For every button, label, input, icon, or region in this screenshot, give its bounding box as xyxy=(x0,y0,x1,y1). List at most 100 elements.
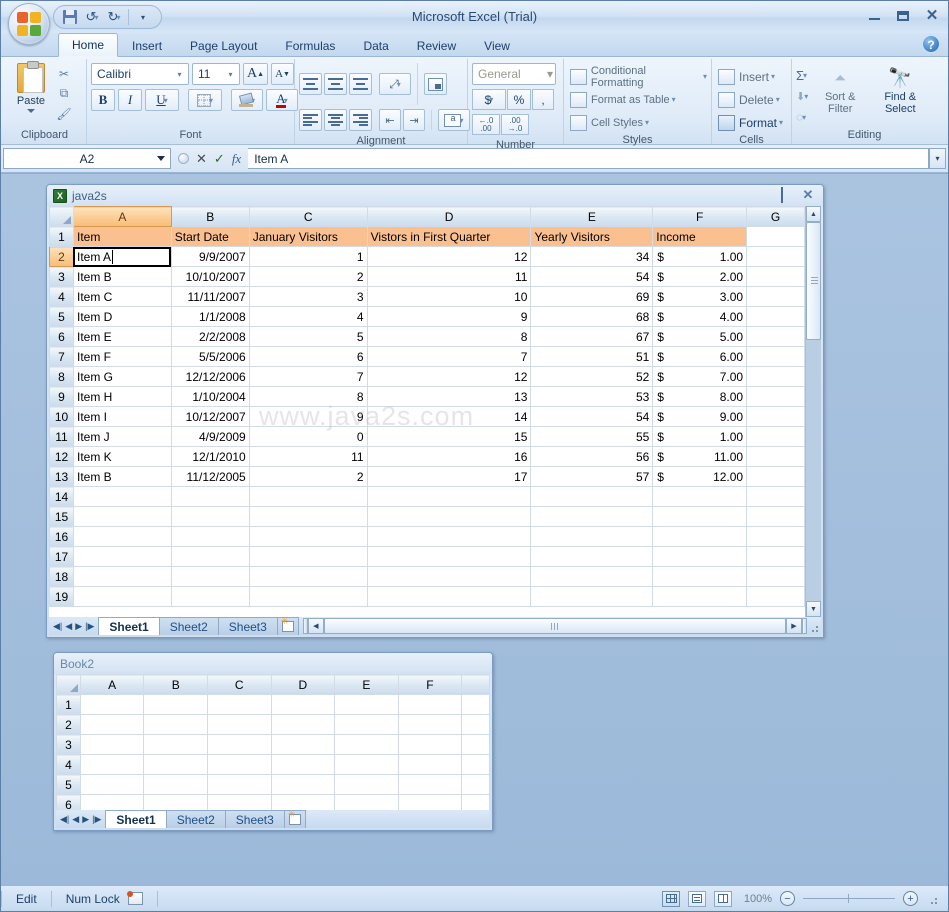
cell2-f2[interactable] xyxy=(397,714,463,735)
cell-c16[interactable] xyxy=(248,526,368,547)
cell-b18[interactable] xyxy=(170,566,250,587)
cell-e9[interactable]: 53 xyxy=(530,386,654,407)
column-header-a[interactable]: A xyxy=(72,206,172,227)
cell2-e3[interactable] xyxy=(334,734,399,755)
column-header-c[interactable]: C xyxy=(248,206,368,227)
status-resize-grip[interactable] xyxy=(926,893,938,905)
cell-b3[interactable]: 10/10/2007 xyxy=(170,266,250,287)
row2-header-5[interactable]: 5 xyxy=(56,774,81,795)
fill-color-button[interactable]: ▾ xyxy=(231,89,263,111)
row-header-8[interactable]: 8 xyxy=(49,366,74,387)
cell-f8[interactable]: $7.00 xyxy=(652,366,748,387)
insert-worksheet-button-2[interactable] xyxy=(283,809,306,828)
cell-b14[interactable] xyxy=(170,486,250,507)
formula-input[interactable]: Item A xyxy=(248,148,929,169)
format-cells-button[interactable]: Format ▾ xyxy=(716,111,783,134)
cell-c4[interactable]: 3 xyxy=(248,286,368,307)
merge-center-button[interactable]: ▾ xyxy=(438,109,470,131)
row-header-16[interactable]: 16 xyxy=(49,526,74,547)
align-top-button[interactable] xyxy=(299,73,322,95)
cell-g10[interactable] xyxy=(746,406,805,427)
cell-d10[interactable]: 14 xyxy=(366,406,532,427)
cell-e13[interactable]: 57 xyxy=(530,466,654,487)
cell2-c5[interactable] xyxy=(206,774,272,795)
cell-g16[interactable] xyxy=(746,526,805,547)
autosum-button[interactable]: Σ ▾ xyxy=(796,65,808,85)
sort-filter-button[interactable]: ⏶ Sort & Filter xyxy=(812,65,868,116)
column2-header-c[interactable]: C xyxy=(206,674,272,695)
row-header-14[interactable]: 14 xyxy=(49,486,74,507)
cell-g4[interactable] xyxy=(746,286,805,307)
next-sheet-button[interactable]: ▶ xyxy=(75,621,82,632)
cell-g7[interactable] xyxy=(746,346,805,367)
cell-g2[interactable] xyxy=(746,246,805,267)
cell-c14[interactable] xyxy=(248,486,368,507)
cell2-b3[interactable] xyxy=(143,734,208,755)
cell-a7[interactable]: Item F xyxy=(72,346,172,367)
cell-d5[interactable]: 9 xyxy=(366,306,532,327)
cell2-g5[interactable] xyxy=(461,774,490,795)
increase-decimal-button[interactable]: ←.0.00 xyxy=(472,114,500,135)
cell-b10[interactable]: 10/12/2007 xyxy=(170,406,250,427)
borders-button[interactable]: ▾ xyxy=(188,89,222,111)
cell2-e1[interactable] xyxy=(334,694,399,715)
cell-b2[interactable]: 9/9/2007 xyxy=(170,246,250,267)
row2-header-3[interactable]: 3 xyxy=(56,734,81,755)
bold-button[interactable]: B xyxy=(91,89,115,111)
cell2-b4[interactable] xyxy=(143,754,208,775)
cell-d1[interactable]: Vistors in First Quarter xyxy=(366,226,532,247)
cell-d7[interactable]: 7 xyxy=(366,346,532,367)
cell-g5[interactable] xyxy=(746,306,805,327)
cell-a4[interactable]: Item C xyxy=(72,286,172,307)
close-button[interactable]: ✕ xyxy=(922,7,942,24)
cell-e14[interactable] xyxy=(530,486,654,507)
expand-formula-bar-button[interactable]: ▾ xyxy=(929,148,946,169)
insert-cells-button[interactable]: Insert ▾ xyxy=(716,65,775,88)
row-header-10[interactable]: 10 xyxy=(49,406,74,427)
cell-b9[interactable]: 1/10/2004 xyxy=(170,386,250,407)
cell-f2[interactable]: $1.00 xyxy=(652,246,748,267)
cell-b16[interactable] xyxy=(170,526,250,547)
column-header-f[interactable]: F xyxy=(652,206,748,227)
cell-g13[interactable] xyxy=(746,466,805,487)
cell-a10[interactable]: Item I xyxy=(72,406,172,427)
cell-c18[interactable] xyxy=(248,566,368,587)
scroll-up-button[interactable]: ▲ xyxy=(806,206,821,222)
cell2-b2[interactable] xyxy=(143,714,208,735)
row-header-12[interactable]: 12 xyxy=(49,446,74,467)
previous-sheet-button[interactable]: ◀ xyxy=(65,621,72,632)
sheet-tab-sheet2[interactable]: Sheet2 xyxy=(158,617,219,635)
cell-a2[interactable]: Item A xyxy=(72,246,172,267)
accounting-format-button[interactable]: $ ▾ xyxy=(472,89,506,110)
cell-b15[interactable] xyxy=(170,506,250,527)
cell-g11[interactable] xyxy=(746,426,805,447)
cell2-g2[interactable] xyxy=(461,714,490,735)
cell-c12[interactable]: 11 xyxy=(248,446,368,467)
first-sheet-button[interactable]: ◀| xyxy=(53,621,62,632)
cell-f13[interactable]: $12.00 xyxy=(652,466,748,487)
scroll-down-button[interactable]: ▼ xyxy=(806,601,821,617)
cell-a18[interactable] xyxy=(72,566,172,587)
align-right-button[interactable] xyxy=(349,109,372,131)
cell-c9[interactable]: 8 xyxy=(248,386,368,407)
shrink-font-button[interactable]: A ▼ xyxy=(271,63,294,85)
maximize-button[interactable] xyxy=(893,7,913,24)
sheet-tab-sheet3[interactable]: Sheet3 xyxy=(217,617,278,635)
vertical-scrollbar[interactable]: ▲ ▼ xyxy=(805,206,821,617)
row-header-15[interactable]: 15 xyxy=(49,506,74,527)
last-sheet-button[interactable]: |▶ xyxy=(85,621,94,632)
cell-e8[interactable]: 52 xyxy=(530,366,654,387)
column-header-e[interactable]: E xyxy=(530,206,654,227)
cell-a16[interactable] xyxy=(72,526,172,547)
zoom-in-button[interactable]: + xyxy=(903,891,918,906)
cell-b13[interactable]: 11/12/2005 xyxy=(170,466,250,487)
workbook-window-book2[interactable]: Book2 A B C D E F 1 2 3 4 5 6 ◀| ◀ ▶ |▶ … xyxy=(53,652,493,831)
select-all-corner-button-2[interactable] xyxy=(56,674,81,695)
row-header-6[interactable]: 6 xyxy=(49,326,74,347)
cell-g14[interactable] xyxy=(746,486,805,507)
cell-d6[interactable]: 8 xyxy=(366,326,532,347)
office-button[interactable] xyxy=(8,3,50,45)
cell-d19[interactable] xyxy=(366,586,532,607)
cell-e2[interactable]: 34 xyxy=(530,246,654,267)
cell-b1[interactable]: Start Date xyxy=(170,226,250,247)
